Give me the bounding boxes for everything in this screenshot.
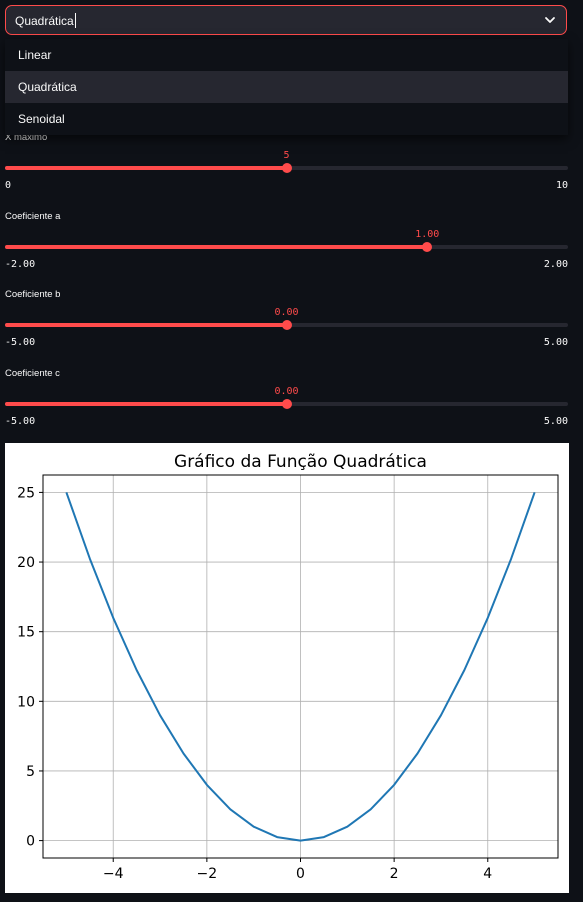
slider-fill (5, 323, 287, 327)
y-tick-label: 5 (26, 764, 35, 780)
slider-thumb[interactable] (281, 320, 292, 330)
function-select[interactable]: Quadrática (5, 5, 567, 35)
x-tick-label: 0 (296, 866, 305, 882)
function-dropdown-menu: Linear Quadrática Senoidal (5, 39, 568, 135)
slider-min-label: 0 (5, 180, 12, 191)
y-tick-label: 25 (17, 485, 35, 501)
slider-thumb[interactable] (422, 242, 433, 252)
text-caret (74, 13, 76, 28)
slider-label-coef-c: Coeficiente c (5, 368, 60, 379)
slider-fill (5, 245, 428, 249)
option-senoidal[interactable]: Senoidal (5, 103, 568, 135)
slider-coef-c[interactable]: 0.00 -5.00 5.00 (5, 386, 568, 428)
slider-fill (5, 166, 287, 170)
x-tick-label: 4 (483, 866, 492, 882)
slider-min-label: -5.00 (5, 416, 36, 427)
slider-max-label: 10 (555, 180, 568, 191)
x-tick-label: −2 (197, 866, 218, 882)
slider-min-label: -2.00 (5, 259, 36, 270)
slider-label-coef-b: Coeficiente b (5, 289, 61, 300)
slider-value: 0.00 (274, 307, 299, 318)
y-tick-label: 0 (26, 834, 35, 850)
chart-title: Gráfico da Função Quadrática (174, 452, 427, 472)
slider-thumb[interactable] (281, 163, 292, 173)
slider-max-label: 5.00 (543, 337, 568, 348)
slider-value: 1.00 (415, 229, 440, 240)
slider-value: 5 (283, 150, 290, 161)
slider-min-label: -5.00 (5, 337, 36, 348)
slider-coef-b[interactable]: 0.00 -5.00 5.00 (5, 307, 568, 349)
y-tick-label: 15 (17, 625, 35, 641)
x-tick-label: 2 (390, 866, 399, 882)
x-tick-label: −4 (103, 866, 124, 882)
quadratic-chart: −4 −2 0 2 4 0 5 10 15 20 25 Gráfico da Função Quadr… (17, 452, 559, 882)
slider-max-label: 2.00 (543, 259, 568, 270)
slider-thumb[interactable] (281, 399, 292, 409)
chevron-down-icon[interactable] (544, 15, 556, 25)
slider-max-label: 5.00 (543, 416, 568, 427)
function-select-value: Quadrática (15, 14, 74, 28)
y-tick-label: 20 (17, 555, 35, 571)
option-linear[interactable]: Linear (5, 39, 568, 71)
app-root: Quadrática Linear Quadrática Senoidal X … (0, 0, 583, 902)
y-tick-label: 10 (17, 694, 35, 710)
chart-container: −4 −2 0 2 4 0 5 10 15 20 25 Gráfico da Função Quadr… (5, 443, 569, 893)
function-select-input[interactable]: Quadrática (15, 13, 76, 28)
slider-x-max[interactable]: 5 0 10 (5, 150, 568, 192)
slider-coef-a[interactable]: 1.00 -2.00 2.00 (5, 229, 568, 271)
option-quadratica[interactable]: Quadrática (5, 71, 568, 103)
slider-fill (5, 402, 287, 406)
slider-value: 0.00 (274, 386, 299, 397)
slider-label-coef-a: Coeficiente a (5, 211, 61, 222)
